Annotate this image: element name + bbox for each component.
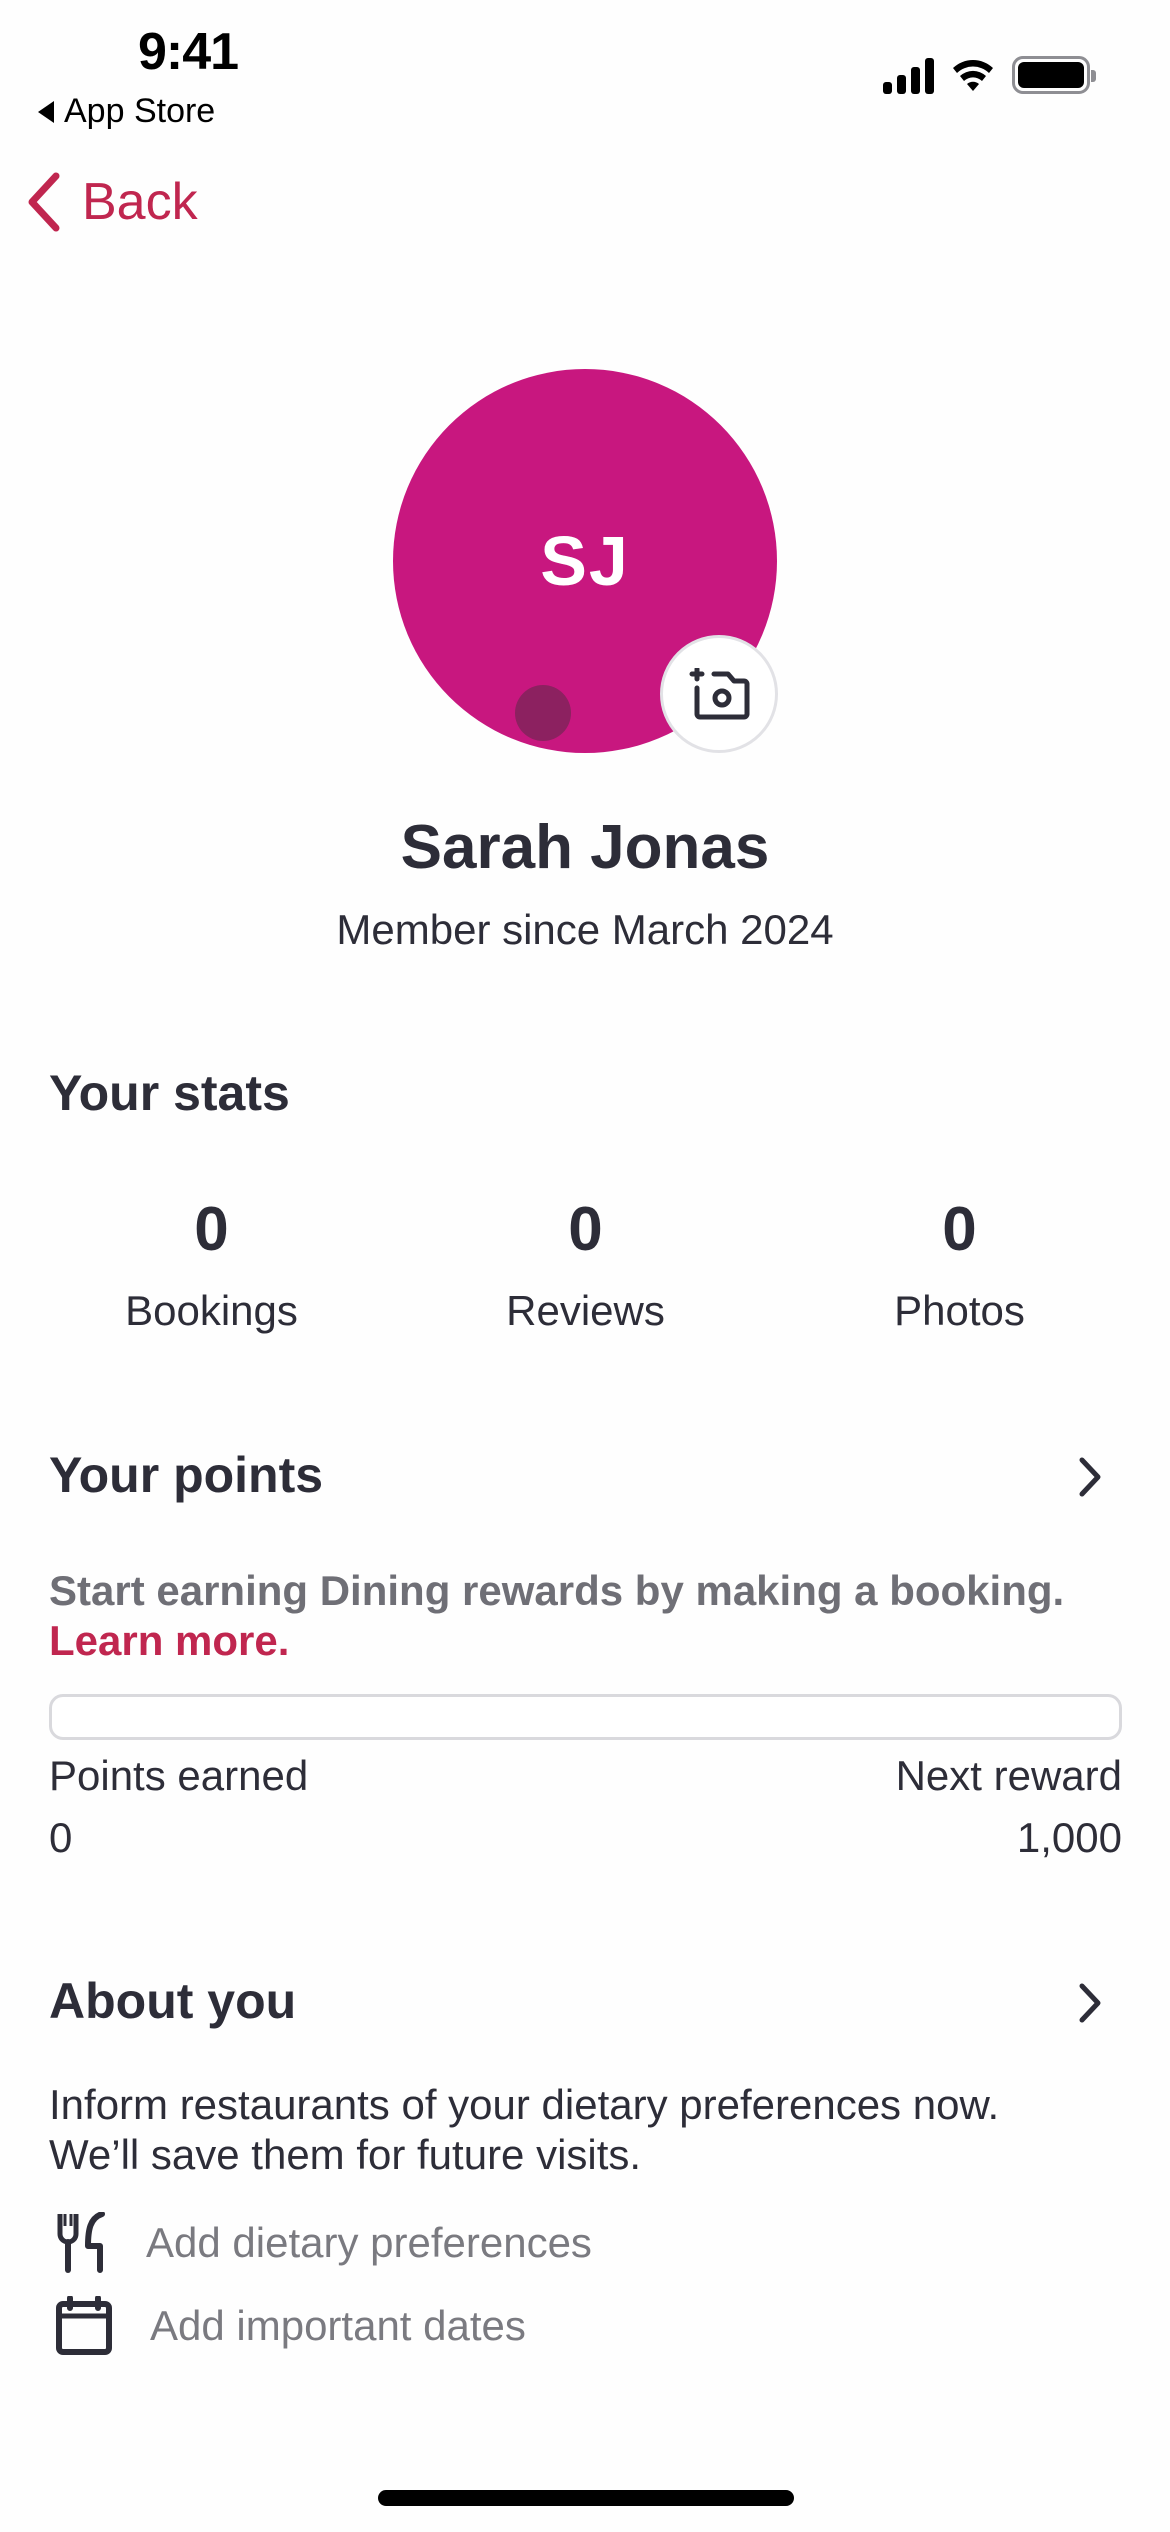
change-photo-button[interactable] (660, 635, 778, 753)
points-chevron-right-icon[interactable] (1070, 1452, 1110, 1502)
about-description-line: We’ll save them for future visits. (49, 2131, 642, 2178)
stat-value: 0 (194, 1195, 229, 1264)
chevron-left-icon (28, 172, 60, 232)
stat-photos[interactable]: 0 Photos (772, 1194, 1147, 1335)
stat-label: Reviews (506, 1287, 665, 1334)
stat-value: 0 (568, 1195, 603, 1264)
back-button[interactable]: Back (26, 172, 198, 232)
points-title[interactable]: Your points (49, 1446, 323, 1504)
stat-bookings[interactable]: 0 Bookings (24, 1194, 399, 1335)
stat-value: 0 (942, 1195, 977, 1264)
add-photo-camera-icon (689, 668, 750, 720)
profile-name: Sarah Jonas (400, 813, 770, 882)
points-description-text: Start earning Dining rewards by making a… (49, 1567, 1065, 1614)
points-progress-bar (49, 1694, 1122, 1740)
next-reward-value: 1,000 (1016, 1814, 1122, 1861)
stats-title: Your stats (49, 1065, 290, 1121)
stat-reviews[interactable]: 0 Reviews (398, 1194, 773, 1335)
about-chevron-right-icon[interactable] (1070, 1978, 1110, 2028)
home-indicator[interactable] (378, 2490, 794, 2506)
points-earned-label: Points earned (49, 1752, 309, 1799)
cellular-signal-icon (883, 56, 934, 94)
add-dietary-label: Add dietary preferences (146, 2219, 592, 2266)
calendar-icon (56, 2296, 112, 2355)
battery-icon (1012, 56, 1096, 94)
status-time: 9:41 (138, 23, 239, 81)
about-description-line: Inform restaurants of your dietary prefe… (49, 2081, 1000, 2128)
add-dates-label: Add important dates (150, 2302, 526, 2349)
touch-indicator (515, 685, 571, 741)
next-reward-label: Next reward (895, 1752, 1122, 1799)
member-since: Member since March 2024 (336, 906, 834, 953)
back-triangle-icon (38, 100, 54, 123)
about-description: Inform restaurants of your dietary prefe… (49, 2080, 1139, 2180)
status-icons (883, 56, 1096, 94)
learn-more-link[interactable]: Learn more. (49, 1616, 1129, 1666)
avatar-initials: SJ (540, 522, 630, 600)
points-earned-value: 0 (49, 1814, 73, 1861)
add-important-dates[interactable]: Add important dates (56, 2296, 526, 2356)
add-dietary-preferences[interactable]: Add dietary preferences (56, 2212, 592, 2274)
back-to-app-store[interactable]: App Store (38, 92, 215, 131)
back-app-label: App Store (64, 92, 216, 130)
stat-label: Photos (894, 1287, 1025, 1334)
stat-label: Bookings (125, 1287, 298, 1334)
wifi-icon (953, 60, 993, 91)
fork-knife-icon (57, 2212, 105, 2273)
back-label: Back (82, 173, 198, 231)
about-title[interactable]: About you (49, 1972, 296, 2030)
points-description: Start earning Dining rewards by making a… (49, 1566, 1129, 1666)
